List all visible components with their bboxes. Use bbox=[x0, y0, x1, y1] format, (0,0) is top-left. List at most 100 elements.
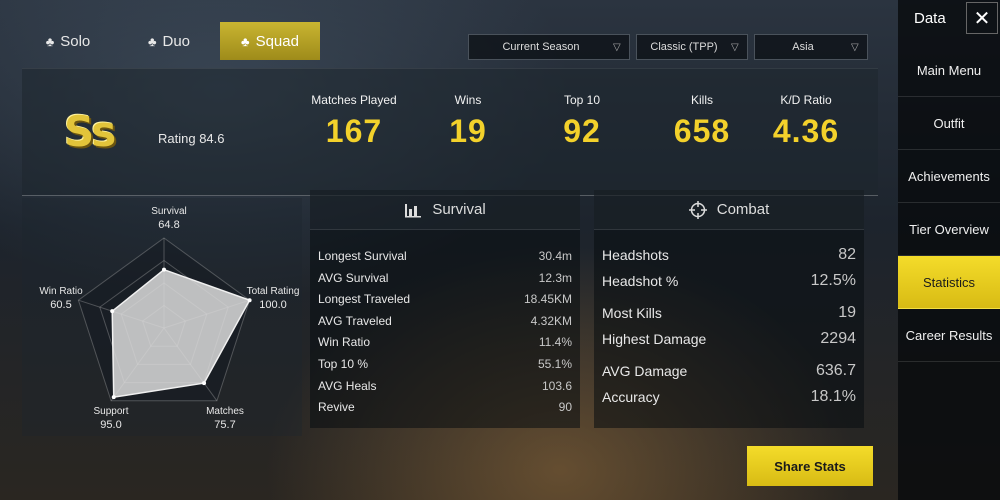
mode-tabs: ♣ Solo ♣ Duo ♣ Squad bbox=[18, 22, 321, 60]
sidebar-items: Main Menu Outfit Achievements Tier Overview… bbox=[898, 44, 1000, 362]
stat-label: Top 10 bbox=[563, 93, 601, 107]
radar-point bbox=[111, 395, 116, 400]
sidebar-item-main-menu[interactable]: Main Menu bbox=[898, 44, 1000, 97]
radar-axis-value: 75.7 bbox=[214, 419, 236, 431]
stat-label: Kills bbox=[690, 93, 713, 107]
stat-row: Most Kills 19 bbox=[602, 300, 856, 326]
sidebar-header: Data ✕ bbox=[898, 0, 1000, 36]
survival-header: Survival bbox=[310, 190, 580, 230]
combat-title: Combat bbox=[716, 201, 770, 218]
mode-value: Classic (TPP) bbox=[650, 41, 718, 53]
stat-row: AVG Survival 12.3m bbox=[318, 268, 572, 290]
tab-solo[interactable]: ♣ Solo bbox=[18, 22, 118, 60]
sidebar-item-tier-overview[interactable]: Tier Overview bbox=[898, 203, 1000, 256]
stat-row-label: Headshots bbox=[602, 247, 669, 263]
sidebar-title: Data bbox=[914, 9, 946, 27]
stat-row-value: 12.5% bbox=[810, 272, 856, 289]
stat-row-label: Accuracy bbox=[602, 389, 660, 405]
stat-row-label: AVG Survival bbox=[318, 270, 389, 285]
combat-header: Combat bbox=[594, 190, 864, 230]
stat-row-label: Most Kills bbox=[602, 305, 662, 321]
stat-row-value: 12.3m bbox=[538, 270, 572, 285]
stat-row-value: 82 bbox=[838, 246, 856, 263]
stat-row-label: AVG Damage bbox=[602, 363, 688, 379]
stat-row-value: 11.4% bbox=[538, 335, 572, 350]
stat-row: Accuracy 18.1% bbox=[602, 384, 856, 410]
squad-people-icon: ♣ bbox=[241, 33, 250, 49]
stat-row-label: Highest Damage bbox=[602, 331, 707, 347]
radar-label-win-ratio: Win Ratio 60.5 bbox=[26, 286, 96, 311]
chevron-down-icon: ▽ bbox=[851, 42, 859, 53]
region-select[interactable]: Asia ▽ bbox=[754, 34, 868, 60]
stat-value: 19 bbox=[449, 113, 487, 149]
duo-people-icon: ♣ bbox=[147, 33, 157, 49]
stat-row-label: Longest Traveled bbox=[318, 292, 411, 307]
radar-axis-name: Total Rating bbox=[246, 286, 300, 297]
share-stats-button[interactable]: Share Stats bbox=[747, 446, 873, 486]
stat-row: Top 10 % 55.1% bbox=[318, 354, 572, 376]
stat-row-label: Top 10 % bbox=[318, 356, 369, 371]
stat-row-value: 90 bbox=[558, 400, 572, 415]
radar-axis-value: 60.5 bbox=[50, 299, 72, 311]
radar-point bbox=[202, 381, 207, 386]
survival-rows: Longest Survival 30.4m AVG Survival 12.3m Lo… bbox=[310, 230, 580, 419]
sidebar-item-outfit[interactable]: Outfit bbox=[898, 97, 1000, 150]
radar-label-matches: Matches 75.7 bbox=[190, 406, 260, 431]
crosshair-icon bbox=[688, 200, 707, 219]
stat-row-label: AVG Heals bbox=[318, 378, 377, 393]
stat-value: 167 bbox=[325, 113, 383, 149]
stat-row: Longest Traveled 18.45KM bbox=[318, 289, 572, 311]
tab-duo[interactable]: ♣ Duo bbox=[119, 22, 219, 60]
stat-row: Longest Survival 30.4m bbox=[318, 246, 572, 268]
stat-label: Wins bbox=[454, 93, 482, 107]
stat-row-value: 4.32KM bbox=[530, 313, 572, 328]
stat-row: AVG Heals 103.6 bbox=[318, 376, 572, 398]
stat-row-label: Revive bbox=[318, 400, 355, 415]
stat-row-label: Headshot % bbox=[602, 273, 679, 289]
stat-row: Revive 90 bbox=[318, 397, 572, 419]
stat-wins: Wins 19 bbox=[438, 93, 498, 150]
stat-row-value: 55.1% bbox=[537, 356, 572, 371]
survival-panel: Survival Longest Survival 30.4m AVG Surviv… bbox=[310, 190, 580, 428]
stat-row-label: AVG Traveled bbox=[318, 313, 392, 328]
stat-kd-ratio: K/D Ratio 4.36 bbox=[766, 93, 846, 150]
sidebar-item-achievements[interactable]: Achievements bbox=[898, 150, 1000, 203]
stat-row-value: 636.7 bbox=[815, 362, 856, 379]
stat-row: Headshot % 12.5% bbox=[602, 268, 856, 294]
bar-chart-icon bbox=[405, 203, 422, 217]
combat-rows: Headshots 82 Headshot % 12.5% Most Kills 19 Hi… bbox=[594, 230, 864, 410]
radar-chart-panel: Survival 64.8 Total Rating 100.0 Matches… bbox=[22, 198, 302, 436]
stat-value: 658 bbox=[673, 113, 731, 149]
radar-label-survival: Survival 64.8 bbox=[134, 206, 204, 231]
stat-value: 4.36 bbox=[772, 113, 840, 149]
radar-label-total-rating: Total Rating 100.0 bbox=[238, 286, 308, 311]
radar-point bbox=[162, 267, 166, 272]
tab-squad[interactable]: ♣ Squad bbox=[220, 22, 320, 60]
tab-label: Solo bbox=[60, 32, 91, 50]
sidebar-item-career-results[interactable]: Career Results bbox=[898, 309, 1000, 362]
season-select[interactable]: Current Season ▽ bbox=[468, 34, 630, 60]
close-button[interactable]: ✕ bbox=[966, 2, 998, 34]
stat-row-label: Longest Survival bbox=[318, 249, 407, 263]
stat-row-value: 30.4m bbox=[538, 249, 572, 263]
stat-value: 92 bbox=[563, 113, 601, 149]
summary-panel: Ss Rating 84.6 Matches Played 167 Wins 1… bbox=[22, 68, 878, 196]
stat-row: Highest Damage 2294 bbox=[602, 326, 856, 352]
radar-chart bbox=[77, 237, 252, 402]
radar-axis-value: 64.8 bbox=[158, 219, 180, 231]
filters: Current Season ▽ Classic (TPP) ▽ Asia ▽ bbox=[468, 34, 868, 60]
stat-row: AVG Traveled 4.32KM bbox=[318, 311, 572, 333]
stat-label: Matches Played bbox=[311, 93, 397, 107]
stat-matches-played: Matches Played 167 bbox=[304, 93, 404, 150]
radar-label-support: Support 95.0 bbox=[76, 406, 146, 431]
season-value: Current Season bbox=[502, 41, 580, 53]
stat-kills: Kills 658 bbox=[662, 93, 742, 150]
radar-axis-value: 95.0 bbox=[100, 419, 122, 431]
survival-title: Survival bbox=[432, 201, 486, 218]
sidebar-item-statistics[interactable]: Statistics bbox=[898, 256, 1000, 309]
mode-select[interactable]: Classic (TPP) ▽ bbox=[636, 34, 748, 60]
stat-row-value: 2294 bbox=[820, 330, 856, 347]
chevron-down-icon: ▽ bbox=[731, 42, 739, 53]
radar-axis-name: Support bbox=[93, 406, 129, 417]
stat-row-value: 19 bbox=[838, 304, 856, 321]
